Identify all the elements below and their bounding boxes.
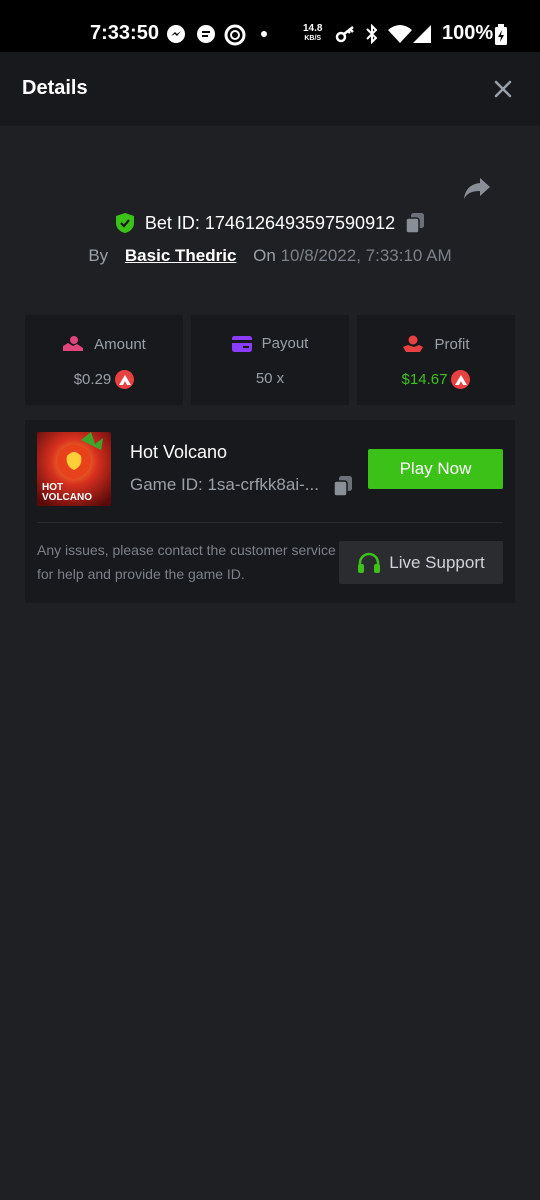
bluetooth-icon — [366, 24, 378, 44]
game-id: Game ID: 1sa-crfkk8ai-... — [130, 475, 319, 494]
live-support-label: Live Support — [389, 552, 485, 572]
page-title: Details — [22, 77, 88, 99]
net-speed: 14.8 KB/S — [303, 24, 322, 44]
payout-value: 50 x — [255, 370, 285, 387]
messenger-icon — [167, 25, 185, 43]
sync-icon — [224, 24, 246, 46]
close-icon[interactable] — [490, 76, 516, 102]
profit-value: $14.67 — [401, 371, 448, 388]
avax-coin-icon — [115, 370, 135, 389]
net-speed-unit: KB/S — [304, 35, 322, 42]
thumb-text-volcano: VOLCANO — [42, 492, 92, 503]
by-label: By — [88, 246, 109, 265]
share-icon[interactable] — [462, 176, 492, 202]
profit-icon — [403, 335, 424, 352]
game-thumbnail-art: HOT VOLCANO — [37, 432, 111, 506]
payout-card-icon — [231, 335, 252, 352]
dot-icon — [261, 31, 267, 37]
key-icon — [335, 26, 354, 43]
play-now-button[interactable]: Play Now — [368, 449, 503, 489]
chat-icon — [197, 25, 215, 43]
support-notice: Any issues, please contact the customer … — [37, 542, 336, 582]
details-header: Details — [0, 52, 540, 126]
amount-icon — [63, 336, 84, 351]
wifi-icon — [388, 25, 412, 43]
status-time: 7:33:50 — [90, 22, 159, 44]
bet-meta-row: By Basic Thedric On 10/8/2022, 7:33:10 A… — [0, 246, 540, 266]
bet-id-row: Bet ID: 1746126493597590912 — [0, 212, 540, 240]
copy-icon[interactable] — [405, 212, 425, 234]
net-speed-value: 14.8 — [303, 23, 323, 34]
profit-label: Profit — [434, 335, 470, 353]
bet-id-text: Bet ID: 1746126493597590912 — [144, 212, 396, 233]
payout-stat: Payout 50 x — [191, 315, 349, 405]
amount-stat: Amount $0.29 — [25, 315, 183, 405]
battery-charging-icon — [495, 24, 507, 45]
divider — [37, 522, 503, 523]
amount-value: $0.29 — [73, 371, 112, 388]
live-support-button[interactable]: Live Support — [339, 541, 503, 584]
amount-label: Amount — [94, 335, 146, 353]
battery-text: 100% — [442, 22, 494, 44]
headset-icon — [358, 552, 381, 573]
game-name[interactable]: Hot Volcano — [130, 442, 227, 463]
copy-game-id-icon[interactable] — [333, 475, 353, 497]
user-link[interactable]: Basic Thedric — [125, 246, 237, 265]
game-card: HOT VOLCANO Hot Volcano Game ID: 1sa-crf… — [25, 420, 515, 603]
status-bar: 7:33:50 14.8 KB/S 100% — [0, 0, 540, 52]
bet-date: 10/8/2022, 7:33:10 AM — [280, 246, 452, 265]
profit-stat: Profit $14.67 — [357, 315, 515, 405]
verified-shield-icon — [115, 213, 134, 233]
on-label: On — [253, 246, 276, 265]
game-thumbnail[interactable]: HOT VOLCANO — [37, 432, 111, 506]
payout-label: Payout — [261, 335, 309, 352]
avax-coin-icon — [451, 370, 471, 389]
signal-icon — [413, 25, 431, 43]
